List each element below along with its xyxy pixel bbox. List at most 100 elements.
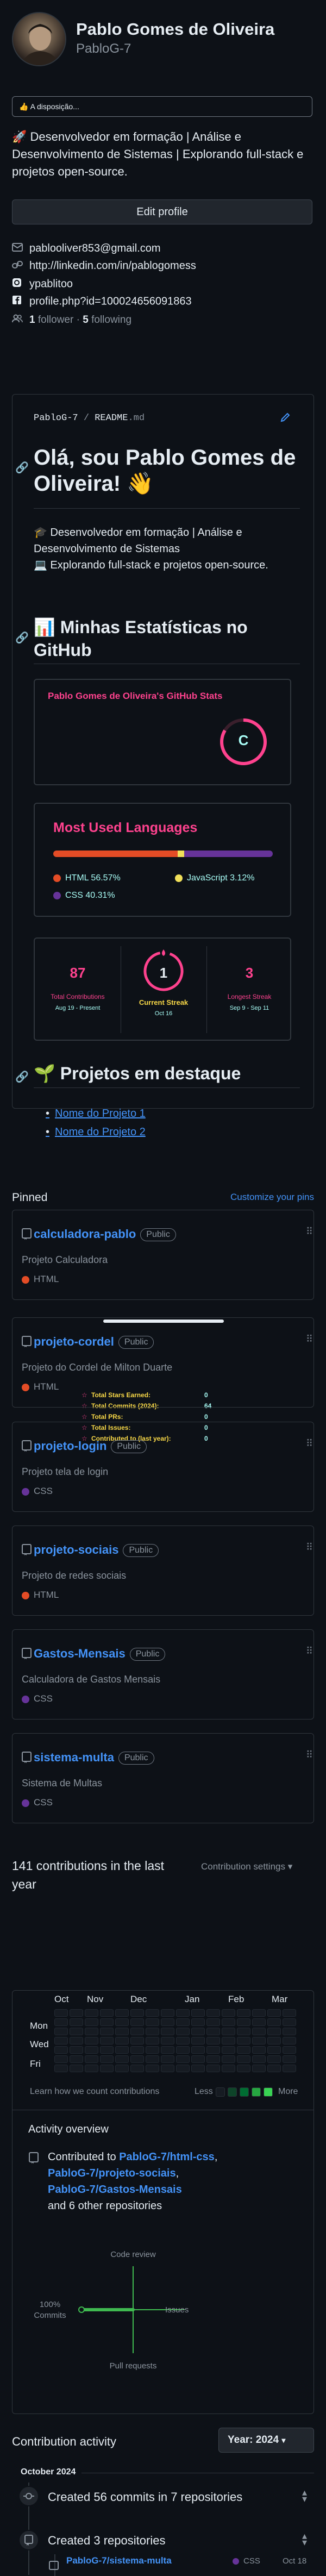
contribution-day[interactable] <box>222 2028 235 2035</box>
contribution-day[interactable] <box>115 2046 129 2054</box>
contribution-day[interactable] <box>130 2028 144 2035</box>
contribution-day[interactable] <box>115 2028 129 2035</box>
customize-pins-link[interactable]: Customize your pins <box>217 1192 314 1203</box>
contribution-day[interactable] <box>267 2046 281 2054</box>
contribution-day[interactable] <box>237 2065 250 2072</box>
contribution-day[interactable] <box>146 2046 159 2054</box>
contribution-day[interactable] <box>70 2065 83 2072</box>
anchor-link-icon[interactable]: 🔗 <box>15 1070 29 1084</box>
contribution-day[interactable] <box>161 2018 174 2026</box>
contribution-day[interactable] <box>54 2018 68 2026</box>
contribution-day[interactable] <box>237 2046 250 2054</box>
contribution-day[interactable] <box>283 2065 296 2072</box>
contribution-day[interactable] <box>70 2009 83 2017</box>
contribution-day[interactable] <box>176 2046 190 2054</box>
contribution-day[interactable] <box>222 2065 235 2072</box>
contribution-day[interactable] <box>100 2018 114 2026</box>
contribution-day[interactable] <box>115 2037 129 2044</box>
contribution-day[interactable] <box>54 2055 68 2063</box>
contribution-day[interactable] <box>146 2028 159 2035</box>
following-label[interactable]: following <box>91 314 131 326</box>
github-stats-card[interactable]: Pablo Gomes de Oliveira's GitHub Stats ☆… <box>34 679 291 1442</box>
contribution-day[interactable] <box>237 2009 250 2017</box>
contribution-day[interactable] <box>161 2028 174 2035</box>
contribution-day[interactable] <box>115 2055 129 2063</box>
contribution-day[interactable] <box>237 2037 250 2044</box>
contribution-day[interactable] <box>222 2046 235 2054</box>
contribution-day[interactable] <box>161 2055 174 2063</box>
pinned-repo-link[interactable]: calculadora-pablo <box>34 1227 136 1241</box>
contribution-day[interactable] <box>191 2009 205 2017</box>
contribution-day[interactable] <box>176 2018 190 2026</box>
contribution-day[interactable] <box>283 2037 296 2044</box>
commits-summary[interactable]: Created 56 commits in 7 repositories <box>48 2490 242 2504</box>
drag-handle-icon[interactable]: ⠿ <box>306 1646 313 1657</box>
contribution-day[interactable] <box>237 2018 250 2026</box>
contribution-day[interactable] <box>206 2065 220 2072</box>
contribution-day[interactable] <box>146 2009 159 2017</box>
contribution-day[interactable] <box>130 2046 144 2054</box>
contribution-day[interactable] <box>100 2055 114 2063</box>
contribution-day[interactable] <box>206 2037 220 2044</box>
contribution-day[interactable] <box>191 2046 205 2054</box>
contribution-day[interactable] <box>267 2037 281 2044</box>
contribution-day[interactable] <box>115 2009 129 2017</box>
contribution-day[interactable] <box>130 2037 144 2044</box>
email-link[interactable]: pablooliver853@gmail.com <box>29 242 161 254</box>
contribution-day[interactable] <box>85 2046 98 2054</box>
pinned-repo-link[interactable]: Gastos-Mensais <box>34 1647 126 1660</box>
contribution-day[interactable] <box>191 2037 205 2044</box>
contribution-day[interactable] <box>146 2018 159 2026</box>
project-link-2[interactable]: • Nome do Projeto 2 <box>46 1126 146 1139</box>
contribution-day[interactable] <box>146 2065 159 2072</box>
contribution-day[interactable] <box>176 2028 190 2035</box>
followers-count[interactable]: 1 <box>29 314 35 326</box>
contribution-day[interactable] <box>85 2018 98 2026</box>
contribution-calendar[interactable] <box>54 2009 299 2074</box>
contribution-day[interactable] <box>191 2065 205 2072</box>
contribution-day[interactable] <box>70 2055 83 2063</box>
contribution-day[interactable] <box>70 2037 83 2044</box>
contribution-day[interactable] <box>70 2018 83 2026</box>
following-count[interactable]: 5 <box>83 314 89 326</box>
contribution-day[interactable] <box>252 2055 266 2063</box>
contribution-day[interactable] <box>100 2046 114 2054</box>
contribution-day[interactable] <box>130 2055 144 2063</box>
streak-card[interactable]: 87 Total Contributions Aug 19 - Present … <box>34 937 291 1041</box>
contribution-day[interactable] <box>222 2018 235 2026</box>
contribution-day[interactable] <box>54 2065 68 2072</box>
pinned-repo-link[interactable]: projeto-login <box>34 1439 106 1453</box>
contribution-day[interactable] <box>161 2037 174 2044</box>
drag-handle-icon[interactable]: ⠿ <box>306 1226 313 1237</box>
learn-contributions-link[interactable]: Learn how we count contributions <box>30 2087 159 2097</box>
activity-repo-link[interactable]: PabloG-7/Gastos-Mensais <box>48 2184 182 2196</box>
contribution-day[interactable] <box>54 2028 68 2035</box>
drag-handle-icon[interactable]: ⠿ <box>306 1438 313 1449</box>
contribution-day[interactable] <box>176 2055 190 2063</box>
contribution-day[interactable] <box>267 2055 281 2063</box>
contribution-day[interactable] <box>70 2028 83 2035</box>
contribution-day[interactable] <box>100 2028 114 2035</box>
contribution-day[interactable] <box>161 2046 174 2054</box>
project-link-1[interactable]: • Nome do Projeto 1 <box>46 1108 146 1120</box>
contribution-day[interactable] <box>54 2037 68 2044</box>
contribution-day[interactable] <box>54 2046 68 2054</box>
activity-repo-link[interactable]: PabloG-7/html-css <box>119 2151 215 2163</box>
drag-handle-icon[interactable]: ⠿ <box>306 1334 313 1345</box>
top-languages-card[interactable]: Most Used Languages HTML 56.57% JavaScri… <box>34 803 291 917</box>
contribution-day[interactable] <box>176 2037 190 2044</box>
contribution-day[interactable] <box>85 2055 98 2063</box>
linkedin-item[interactable]: http://linkedin.com/in/pablogomess <box>12 260 196 272</box>
contribution-day[interactable] <box>191 2018 205 2026</box>
contribution-day[interactable] <box>283 2055 296 2063</box>
contribution-day[interactable] <box>206 2009 220 2017</box>
facebook-item[interactable]: profile.php?id=100024656091863 <box>12 295 192 308</box>
contribution-day[interactable] <box>85 2037 98 2044</box>
contribution-day[interactable] <box>237 2055 250 2063</box>
contribution-day[interactable] <box>252 2046 266 2054</box>
contribution-day[interactable] <box>252 2028 266 2035</box>
contribution-day[interactable] <box>176 2065 190 2072</box>
contribution-day[interactable] <box>267 2028 281 2035</box>
contribution-day[interactable] <box>222 2055 235 2063</box>
instagram-item[interactable]: ypablitoo <box>12 278 73 291</box>
